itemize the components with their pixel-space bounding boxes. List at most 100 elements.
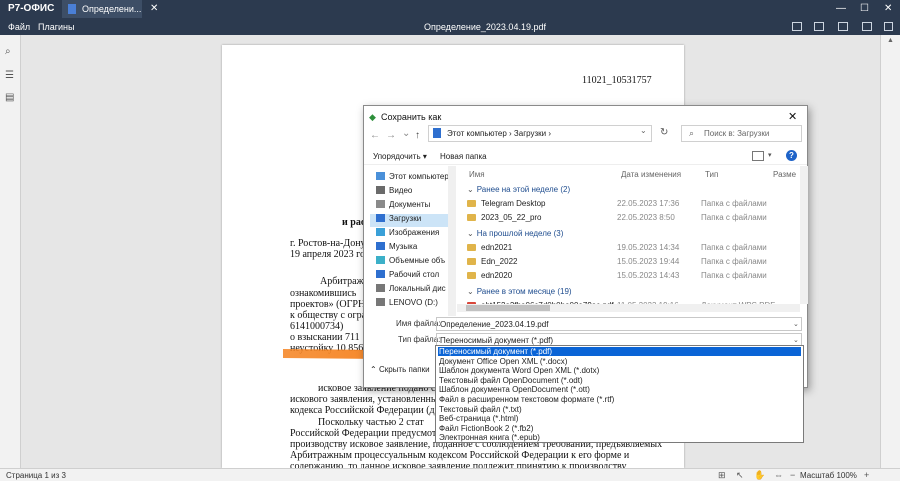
nav-item[interactable]: Объемные объ (376, 256, 445, 269)
doc-line: 19 апреля 2023 года (290, 249, 375, 260)
doc-line: Арбитраж (320, 276, 364, 287)
filetype-option[interactable]: Веб-страница (*.html) (438, 414, 801, 423)
nav-item[interactable]: Рабочий стол (376, 270, 439, 283)
search-input[interactable]: ⌕ Поиск в: Загрузки (681, 125, 802, 142)
save-icon[interactable] (814, 22, 824, 31)
nav-item[interactable]: Видео (376, 186, 412, 199)
dialog-close-icon[interactable]: ✕ (788, 110, 797, 123)
filetype-option[interactable]: Текстовый файл (*.txt) (438, 405, 801, 414)
zoom-out-button[interactable]: − (790, 470, 795, 480)
nav-item-label: Объемные объ (389, 256, 446, 265)
fit-page-icon[interactable]: ⊞ (718, 470, 726, 481)
minimize-icon[interactable]: — (836, 3, 846, 14)
scroll-up-icon[interactable]: ▲ (887, 37, 894, 44)
address-dropdown-icon[interactable]: ⌄ (640, 126, 647, 135)
document-tab-label: Определени... (82, 4, 142, 14)
organize-button[interactable]: Упорядочить ▾ (373, 152, 427, 161)
file-row[interactable]: 2023_05_22_pro 22.05.2023 8:50 Папка с фай… (467, 213, 797, 225)
select-tool-icon[interactable]: ↖ (736, 470, 744, 481)
forward-icon[interactable]: → (386, 130, 396, 141)
filetype-option[interactable]: Электронная книга (*.epub) (438, 433, 801, 442)
tab-close-icon[interactable]: ✕ (150, 3, 158, 14)
file-row[interactable]: edn2021 19.05.2023 14:34 Папка с файлами (467, 243, 797, 255)
group-header[interactable]: ⌄ На прошлой неделе (3) (467, 229, 563, 238)
folder-icon (467, 272, 476, 279)
new-folder-button[interactable]: Новая папка (440, 152, 487, 161)
fit-width-icon[interactable]: ⇔ (774, 470, 783, 480)
nav-item[interactable]: Музыка (376, 242, 417, 255)
column-name[interactable]: Имя (469, 170, 485, 179)
nav-item[interactable]: Загрузки (370, 214, 450, 227)
navigation-pane: Этот компьютер Видео Документы Загрузки Изоб… (364, 166, 456, 316)
address-bar[interactable]: Этот компьютер › Загрузки › (428, 125, 652, 142)
desktop-icon (376, 270, 385, 278)
close-window-icon[interactable]: ✕ (884, 3, 892, 14)
file-list-scrollbar[interactable] (800, 166, 808, 304)
computer-icon (376, 172, 385, 180)
nav-item[interactable]: Документы (376, 200, 430, 213)
back-icon[interactable]: ← (370, 130, 380, 141)
doc-line: проектов» (ОГРН (290, 299, 366, 310)
filetype-option[interactable]: Файл в расширенном текстовом формате (*.… (438, 395, 801, 404)
user-icon[interactable] (884, 22, 893, 31)
doc-line: 6141000734) (290, 321, 344, 332)
filetype-option[interactable]: Шаблон документа Word Open XML (*.dotx) (438, 366, 801, 375)
recent-dropdown-icon[interactable]: ⌄ (402, 128, 410, 139)
column-size[interactable]: Разме (773, 170, 796, 179)
open-folder-icon[interactable] (838, 22, 848, 31)
hide-folders-button[interactable]: ⌃ Скрыть папки (370, 365, 430, 374)
up-folder-icon[interactable]: ↑ (415, 130, 420, 141)
nav-item[interactable]: LENOVO (D:) (376, 298, 438, 311)
print-icon[interactable] (792, 22, 802, 31)
view-options-icon[interactable] (752, 151, 764, 161)
left-toolbar: ⌕ ☰ ▤ (0, 35, 21, 468)
menu-plugins[interactable]: Плагины (38, 22, 74, 32)
folder-icon (467, 258, 476, 265)
scroll-thumb[interactable] (466, 305, 550, 311)
file-row[interactable]: Edn_2022 15.05.2023 19:44 Папка с файлами (467, 257, 797, 269)
document-tab[interactable]: Определени... (62, 0, 142, 18)
column-type[interactable]: Тип (705, 170, 718, 179)
dialog-title: Сохранить как (381, 112, 442, 122)
hide-folders-label: Скрыть папки (378, 365, 430, 374)
filetype-dropdown-icon[interactable]: ⌄ (793, 336, 799, 344)
file-row[interactable]: edn2020 15.05.2023 14:43 Папка с файлами (467, 271, 797, 283)
settings-icon[interactable] (862, 22, 872, 31)
doc-line: Арбитражным процессуальным кодексом Росс… (290, 450, 630, 461)
filename-label: Имя файла: (396, 319, 441, 328)
filename-dropdown-icon[interactable]: ⌄ (793, 320, 799, 328)
right-scrollbar[interactable]: ▲ (880, 35, 900, 468)
hand-tool-icon[interactable]: ✋ (754, 470, 765, 481)
group-title: Ранее в этом месяце (19) (476, 287, 572, 296)
doc-line: и рас (342, 217, 366, 228)
filetype-option[interactable]: Файл FictionBook 2 (*.fb2) (438, 424, 801, 433)
column-date[interactable]: Дата изменения (621, 170, 681, 179)
help-icon[interactable]: ? (786, 150, 797, 161)
local-disk-icon (376, 284, 385, 292)
nav-item[interactable]: Изображения (376, 228, 439, 241)
view-dropdown-icon[interactable]: ▾ (768, 151, 772, 159)
nav-item[interactable]: Локальный дис (376, 284, 446, 297)
doc-line: Российской Федерации предусмот (290, 428, 437, 439)
filename-input[interactable]: Определение_2023.04.19.pdf (436, 317, 802, 331)
filetype-option[interactable]: Переносимый документ (*.pdf) (438, 347, 801, 356)
filetype-option[interactable]: Текстовый файл OpenDocument (*.odt) (438, 376, 801, 385)
group-header[interactable]: ⌄ Ранее в этом месяце (19) (467, 287, 572, 296)
maximize-icon[interactable]: ☐ (860, 3, 869, 14)
group-header[interactable]: ⌄ Ранее на этой неделе (2) (467, 185, 570, 194)
thumbnails-icon[interactable]: ▤ (5, 93, 15, 103)
headings-icon[interactable]: ☰ (5, 71, 15, 81)
menu-file[interactable]: Файл (8, 22, 30, 32)
filetype-option[interactable]: Шаблон документа OpenDocument (*.ott) (438, 385, 801, 394)
pdf-icon (68, 4, 76, 14)
navigation-scrollbar[interactable] (448, 166, 456, 316)
filetype-option[interactable]: Документ Office Open XML (*.docx) (438, 357, 801, 366)
nav-item[interactable]: Этот компьютер (376, 172, 449, 185)
file-row[interactable]: Telegram Desktop 22.05.2023 17:36 Папка с … (467, 199, 797, 211)
search-icon[interactable]: ⌕ (5, 47, 15, 57)
zoom-in-button[interactable]: + (864, 470, 869, 480)
doc-line: Поскольку частью 2 стат (318, 417, 424, 428)
refresh-icon[interactable]: ↻ (660, 127, 668, 138)
title-bar: Р7-ОФИС Определени... ✕ — ☐ ✕ (0, 0, 900, 18)
filetype-options-list: Переносимый документ (*.pdf) Документ Off… (435, 345, 804, 443)
